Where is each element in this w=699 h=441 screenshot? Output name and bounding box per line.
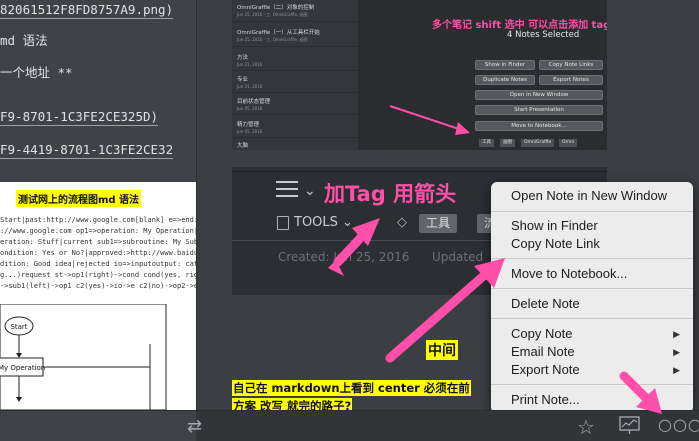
note-list: OmniGraffle（二）对象的控制 Jun 25, 2016 · 工, Om… [232,0,358,150]
note-list-date: Jun 05, 2016 [237,129,263,134]
annotation-text: 加Tag 用箭头 [324,182,457,206]
submenu-arrow-icon: ▶ [673,365,680,375]
screenshot-multi-select: OmniGraffle（二）对象的控制 Jun 25, 2016 · 工, Om… [232,0,607,150]
note-list-date: Jun 21, 2016 [237,62,263,67]
editor-footer [0,411,196,441]
preview-code-line: ://www.google.com op1=>operation: My Ope… [0,227,196,235]
code-line: md 语法 [0,33,48,48]
code-line: 一个地址 ** [0,65,73,80]
menu-item-open-new-window[interactable]: Open Note in New Window [491,187,693,205]
move-to-notebook-button[interactable]: Move to Notebook... [475,121,603,131]
updated-date: Updated [432,250,484,264]
open-new-window-button[interactable]: Open in New Window [475,90,603,100]
tag-icon[interactable]: ◇ [397,215,407,230]
note-list-title: 方法 [237,55,249,61]
note-list-title: 精力管理 [237,122,260,128]
presentation-icon[interactable] [619,416,640,435]
note-list-date: Jun 25, 2016 · 工, OmniGraffle, 画图 [237,12,308,17]
highlighted-text: 自己在 markdown上看到 center 必须在前 [232,380,471,396]
preview-code-line: dition: Good idea|rejected io=>inputoutp… [0,260,196,268]
menu-item-email-note[interactable]: Email Note ▶ [491,343,693,361]
bottom-toolbar: ⇄ ☆ ○○○ [0,410,699,441]
preview-code-line: Start|past:http://www.google.com[blank] … [0,216,196,224]
duplicate-notes-button[interactable]: Duplicate Notes [475,75,535,85]
preview-code-line: g...)request st->op1(right)->cond cond(y… [0,271,196,279]
note-list-title: 目前状态管理 [237,99,271,105]
code-line: F9-8701-1C3FE2CE325D) [0,109,159,126]
annotation-text: 多个笔记 shift 选中 可以点击添加 tag [432,20,607,31]
flow-start-label: Start [10,323,27,331]
preview-code-line: ->sub1(left)->op1 c2(yes)->io->e c2(no)-… [0,282,196,290]
menu-item-copy-note[interactable]: Copy Note ▶ [491,325,693,343]
submenu-arrow-icon: ▶ [673,347,680,357]
code-line: F9-4419-8701-1C3FE2CE32 [0,142,174,159]
tag-chip[interactable]: 画图 [500,139,515,147]
chevron-down-icon[interactable]: ⌄ [304,183,316,199]
note-list-date: Jun 25, 2016 · 工, OmniGraffle, 画图 [237,37,308,42]
menu-item-copy-note-link[interactable]: Copy Note Link [491,235,693,253]
submenu-arrow-icon: ▶ [673,329,680,339]
context-menu: Open Note in New Window Show in Finder C… [491,182,693,413]
tag-chip[interactable]: Omni [559,139,578,147]
preview-code-line: ondition: Yes or No?|approved:>http://ww… [0,249,196,257]
tag-chip[interactable]: 工具 [419,214,458,233]
notebook-icon [277,216,289,230]
highlighted-text: 方案 改写 就完的路子? [232,398,353,410]
menu-item-print-note[interactable]: Print Note... [491,391,693,409]
flowchart-diagram: Start My Operation [0,304,167,410]
note-list-date: Jun 05, 2016 [237,106,263,111]
menu-item-show-in-finder[interactable]: Show in Finder [491,217,693,235]
created-date: Created: Jun 25, 2016 [278,250,410,264]
note-list-title: 大脑 [237,143,249,149]
preview-title: 测试网上的流程图md 语法 [16,190,142,207]
copy-note-links-button[interactable]: Copy Note Links [539,60,603,70]
note-list-title: OmniGraffle（一）从工具栏开始 [237,30,320,36]
export-notes-button[interactable]: Export Notes [539,75,603,85]
preview-code-line: eration: Stuff|current sub1=>subroutine:… [0,238,196,246]
menu-item-delete-note[interactable]: Delete Note [491,295,693,313]
menu-icon[interactable] [276,181,298,202]
notebook-selector[interactable]: TOOLS ⌄ [294,215,353,230]
flow-operation-label: My Operation [0,364,45,372]
note-list-title: 专业 [237,77,249,83]
show-in-finder-button[interactable]: Show in Finder [475,60,535,70]
menu-item-export-note[interactable]: Export Note ▶ [491,361,693,379]
more-options-icon[interactable]: ○○○ [658,415,699,434]
note-list-title: OmniGraffle（二）对象的控制 [237,5,315,11]
selection-count: 4 Notes Selected [507,30,580,40]
start-presentation-button[interactable]: Start Presentation [475,105,603,115]
swap-panes-icon[interactable]: ⇄ [187,416,202,437]
code-line: 82061512F8FD8757A9.png) [0,2,174,19]
tag-chip[interactable]: OmniGraffle [521,139,555,147]
menu-item-move-to-notebook[interactable]: Move to Notebook... [491,265,693,283]
tag-chip[interactable]: 工具 [479,139,494,147]
markdown-preview-card: 测试网上的流程图md 语法 Start|past:http://www.goog… [0,182,196,410]
note-list-date: Jun 21, 2016 [237,84,263,89]
markdown-editor-pane[interactable]: 82061512F8FD8757A9.png) md 语法 一个地址 ** F9… [0,0,196,410]
highlighted-text: 中间 [426,340,458,360]
star-icon[interactable]: ☆ [577,415,595,439]
